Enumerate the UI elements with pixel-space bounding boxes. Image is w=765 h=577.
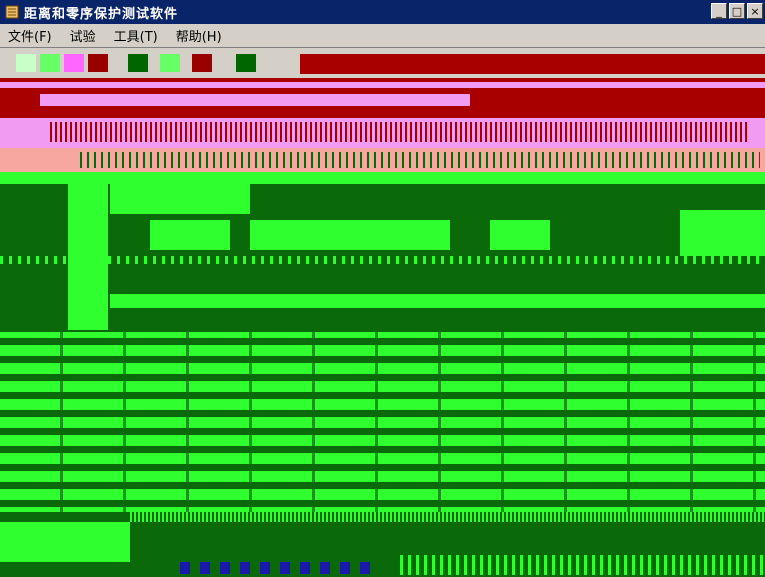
menu-test[interactable]: 试验 xyxy=(68,25,98,46)
glitch-green-noise-1 xyxy=(0,256,765,264)
glitch-bottom-noise xyxy=(400,555,765,575)
glitch-bottom-row xyxy=(130,512,765,522)
glitch-pink-noise xyxy=(50,122,750,142)
minimize-button[interactable]: _ xyxy=(711,3,727,19)
toolbar-button-save[interactable] xyxy=(64,54,84,72)
toolbar-button-open[interactable] xyxy=(40,54,60,72)
window-controls: _ □ × xyxy=(711,3,763,19)
main-panel xyxy=(0,50,765,577)
grid-lines-vertical xyxy=(0,332,765,512)
glitch-green-col-1 xyxy=(68,180,108,330)
toolbar-button-new[interactable] xyxy=(16,54,36,72)
toolbar-button-help[interactable] xyxy=(236,54,256,72)
glitch-green-box-4 xyxy=(680,210,765,256)
toolbar-button-run[interactable] xyxy=(88,54,108,72)
menu-tools[interactable]: 工具(T) xyxy=(112,25,160,46)
toolbar-button-settings[interactable] xyxy=(160,54,180,72)
app-icon xyxy=(4,4,20,20)
glitch-green-box-1 xyxy=(150,220,230,250)
toolbar-glitch-band xyxy=(300,54,765,74)
menu-file[interactable]: 文件(F) xyxy=(6,25,54,46)
glitch-band-pink-strip xyxy=(0,82,765,88)
glitch-green-row-2 xyxy=(110,294,765,308)
window-title: 距离和零序保护测试软件 xyxy=(24,6,179,22)
glitch-green-col-2 xyxy=(110,180,250,214)
maximize-button[interactable]: □ xyxy=(729,3,745,19)
glitch-salmon-noise xyxy=(80,152,760,168)
glitch-band-pink-2 xyxy=(40,94,470,106)
glitch-green-box-2 xyxy=(250,220,450,250)
title-bar: 距离和零序保护测试软件 _ □ × xyxy=(0,0,765,24)
glitch-bottom-blocks xyxy=(180,562,380,574)
toolbar xyxy=(0,50,765,78)
toolbar-button-report[interactable] xyxy=(192,54,212,72)
menu-bar: 文件(F) 试验 工具(T) 帮助(H) xyxy=(0,24,765,48)
glitch-green-box-3 xyxy=(490,220,550,250)
close-button[interactable]: × xyxy=(747,3,763,19)
toolbar-button-stop[interactable] xyxy=(128,54,148,72)
menu-help[interactable]: 帮助(H) xyxy=(174,25,224,46)
glitch-bottom-bright xyxy=(0,522,130,562)
